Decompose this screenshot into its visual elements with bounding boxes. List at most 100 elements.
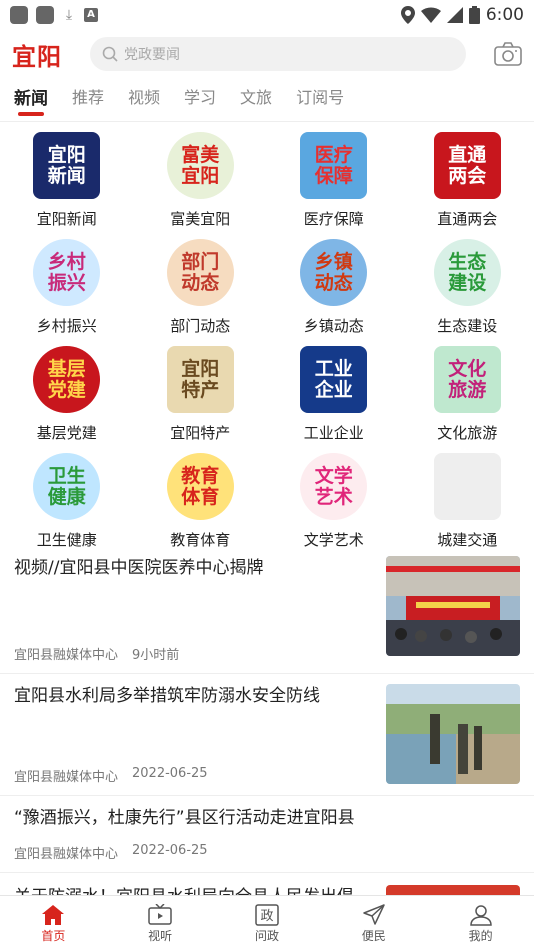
- news-time: 9小时前: [132, 648, 180, 663]
- nav-audiovisual[interactable]: 视听: [120, 903, 200, 944]
- news-time: 2022-06-25: [132, 843, 208, 858]
- politics-icon: 政: [255, 903, 279, 927]
- category-item[interactable]: 乡村 振兴 乡村振兴: [0, 239, 134, 340]
- home-icon: [41, 903, 65, 927]
- tab-2[interactable]: 视频: [128, 78, 160, 122]
- nav-profile[interactable]: 我的: [441, 903, 521, 944]
- tab-5[interactable]: 订阅号: [296, 78, 344, 122]
- news-title[interactable]: “豫酒振兴，杜康先行”县区行活动走进宜阳县: [14, 806, 510, 832]
- news-text: “豫酒振兴，杜康先行”县区行活动走进宜阳县 宜阳县融媒体中心 2022-06-2…: [14, 806, 520, 872]
- category-icon: [433, 453, 501, 520]
- category-label: 生态建设: [437, 317, 498, 335]
- category-item[interactable]: 文学 艺术 文学艺术: [267, 453, 401, 554]
- category-item[interactable]: 生态 建设 生态建设: [401, 239, 534, 340]
- wifi-icon: [420, 7, 441, 23]
- notification-icon: [10, 6, 28, 24]
- news-item[interactable]: 视频//宜阳县中医院医养中心揭牌 宜阳县融媒体中心 9小时前: [0, 554, 534, 674]
- search-input[interactable]: 党政要闻: [124, 44, 180, 64]
- category-item[interactable]: 乡镇 动态 乡镇动态: [267, 239, 401, 340]
- clock: 6:00: [485, 5, 524, 25]
- search-bar[interactable]: 党政要闻: [90, 37, 466, 71]
- news-text: 视频//宜阳县中医院医养中心揭牌 宜阳县融媒体中心 9小时前: [14, 556, 386, 673]
- category-icon-text: 文学 艺术: [314, 464, 353, 508]
- category-label: 文化旅游: [437, 424, 498, 442]
- category-label: 工业企业: [303, 424, 364, 442]
- category-label: 乡镇动态: [303, 317, 364, 335]
- category-grid: 宜阳 新闻 宜阳新闻 富美 宜阳 富美宜阳 医疗 保障 医疗保障 直通 两会 直通两会 乡村 振兴 乡村振兴…: [0, 122, 534, 554]
- category-label: 医疗保障: [303, 210, 364, 228]
- category-item[interactable]: 教育 体育 教育体育: [134, 453, 268, 554]
- category-icon: 乡村 振兴: [33, 239, 101, 306]
- category-icon: 直通 两会: [433, 132, 501, 199]
- category-icon: 生态 建设: [433, 239, 501, 306]
- category-item[interactable]: 文化 旅游 文化旅游: [401, 346, 534, 447]
- category-icon-text: 教育 体育: [181, 464, 220, 508]
- news-title[interactable]: 视频//宜阳县中医院医养中心揭牌: [14, 556, 376, 582]
- category-label: 教育体育: [170, 531, 231, 549]
- news-title[interactable]: 宜阳县水利局多举措筑牢防溺水安全防线: [14, 684, 376, 710]
- news-item[interactable]: 宜阳县水利局多举措筑牢防溺水安全防线 宜阳县融媒体中心 2022-06-25: [0, 674, 534, 796]
- nav-convenience[interactable]: 便民: [334, 903, 414, 944]
- category-icon: 乡镇 动态: [300, 239, 368, 306]
- tab-4[interactable]: 文旅: [240, 78, 272, 122]
- news-meta: 宜阳县融媒体中心 2022-06-25: [14, 766, 376, 785]
- nav-home[interactable]: 首页: [13, 903, 93, 944]
- category-icon: 文学 艺术: [300, 453, 368, 520]
- category-item[interactable]: 医疗 保障 医疗保障: [267, 132, 401, 233]
- tv-icon: [148, 903, 172, 927]
- app-icon: A: [84, 8, 98, 22]
- news-text: 宜阳县水利局多举措筑牢防溺水安全防线 宜阳县融媒体中心 2022-06-25: [14, 684, 386, 795]
- send-icon: [362, 903, 386, 927]
- category-item[interactable]: 城建交通: [401, 453, 534, 554]
- tab-0[interactable]: 新闻: [14, 78, 48, 122]
- category-label: 城建交通: [437, 531, 498, 549]
- category-icon: 宜阳 特产: [166, 346, 234, 413]
- category-item[interactable]: 基层 党建 基层党建: [0, 346, 134, 447]
- user-icon: [469, 903, 493, 927]
- svg-text:政: 政: [260, 909, 273, 924]
- category-icon-text: 基层 党建: [47, 357, 86, 401]
- tab-3[interactable]: 学习: [184, 78, 216, 122]
- nav-label: 我的: [468, 928, 493, 943]
- camera-icon[interactable]: [494, 42, 522, 66]
- news-source: 宜阳县融媒体中心: [14, 847, 119, 862]
- nav-politics[interactable]: 政 问政: [227, 903, 307, 944]
- app-logo[interactable]: 宜阳: [12, 37, 72, 72]
- category-icon-text: 生态 建设: [448, 250, 487, 294]
- category-item[interactable]: 宜阳 新闻 宜阳新闻: [0, 132, 134, 233]
- status-right: 6:00: [400, 5, 524, 25]
- category-label: 乡村振兴: [36, 317, 97, 335]
- nav-label: 便民: [361, 928, 386, 943]
- category-icon-text: 医疗 保障: [314, 143, 353, 187]
- category-label: 宜阳特产: [170, 424, 231, 442]
- category-icon: 宜阳 新闻: [33, 132, 101, 199]
- category-icon: 部门 动态: [166, 239, 234, 306]
- nav-label: 视听: [148, 928, 173, 943]
- category-icon-text: 宜阳 特产: [181, 357, 220, 401]
- news-source: 宜阳县融媒体中心: [14, 770, 119, 785]
- category-label: 直通两会: [437, 210, 498, 228]
- category-item[interactable]: 部门 动态 部门动态: [134, 239, 268, 340]
- location-icon: [400, 6, 415, 24]
- category-item[interactable]: 工业 企业 工业企业: [267, 346, 401, 447]
- news-meta: 宜阳县融媒体中心 2022-06-25: [14, 843, 510, 862]
- news-time: 2022-06-25: [132, 766, 208, 781]
- category-icon: 富美 宜阳: [166, 132, 234, 199]
- status-left: ⤓ A: [10, 6, 98, 24]
- category-item[interactable]: 卫生 健康 卫生健康: [0, 453, 134, 554]
- category-item[interactable]: 直通 两会 直通两会: [401, 132, 534, 233]
- category-item[interactable]: 宜阳 特产 宜阳特产: [134, 346, 268, 447]
- category-icon-text: 乡镇 动态: [314, 250, 353, 294]
- download-icon: ⤓: [65, 7, 73, 23]
- tab-1[interactable]: 推荐: [72, 78, 104, 122]
- bottom-nav: 首页 视听 政 问政 便民 我的: [0, 895, 534, 950]
- news-thumbnail[interactable]: [386, 556, 520, 656]
- category-icon: 卫生 健康: [33, 453, 101, 520]
- category-icon-text: 直通 两会: [448, 143, 487, 187]
- category-icon: 文化 旅游: [433, 346, 501, 413]
- battery-icon: [468, 6, 480, 24]
- news-item[interactable]: “豫酒振兴，杜康先行”县区行活动走进宜阳县 宜阳县融媒体中心 2022-06-2…: [0, 796, 534, 873]
- category-item[interactable]: 富美 宜阳 富美宜阳: [134, 132, 268, 233]
- news-thumbnail[interactable]: [386, 684, 520, 784]
- nav-label: 问政: [254, 928, 279, 943]
